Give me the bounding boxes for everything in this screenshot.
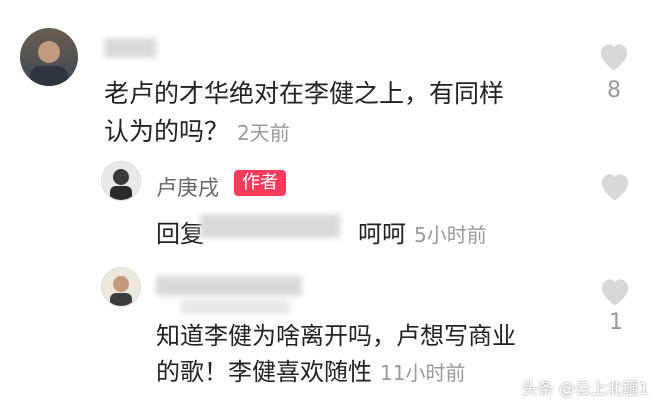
comment-text-line1: 知道李健为啥离开吗，卢想写商业 xyxy=(156,322,516,350)
reply-prefix: 回复 xyxy=(156,220,204,248)
comment-text-line1: 老卢的才华绝对在李健之上，有同样 xyxy=(104,79,505,108)
comment-time: 2天前 xyxy=(237,121,290,145)
comment-text-line2: 认为的吗？ 2天前 xyxy=(104,112,290,148)
comment-text: 的歌！李健喜欢随性 xyxy=(156,358,372,386)
author-badge: 作者 xyxy=(234,170,286,196)
reply-time: 5小时前 xyxy=(414,223,487,247)
blurred-username xyxy=(104,38,156,58)
like-heart-icon[interactable] xyxy=(596,40,632,76)
like-heart-icon[interactable] xyxy=(597,275,633,311)
commenter-avatar[interactable] xyxy=(20,28,78,86)
comment-time: 11小时前 xyxy=(380,361,466,385)
like-heart-icon[interactable] xyxy=(597,170,633,206)
comment-text-line2: 的歌！李健喜欢随性 11小时前 xyxy=(156,352,465,387)
blurred-reply-target xyxy=(200,214,340,238)
reply-text: 呵呵 5小时前 xyxy=(358,214,487,249)
blurred-username xyxy=(156,276,302,296)
like-count: 1 xyxy=(609,310,623,335)
commenter-avatar[interactable] xyxy=(101,267,141,307)
author-avatar[interactable] xyxy=(101,161,141,201)
author-name[interactable]: 卢庚戌 xyxy=(156,172,219,202)
comment-text: 认为的吗？ xyxy=(104,117,230,146)
reply-body: 呵呵 xyxy=(358,220,406,248)
blurred-username xyxy=(180,300,290,314)
watermark: 头条 @云上北疆1 xyxy=(521,379,649,398)
like-count: 8 xyxy=(607,78,621,103)
